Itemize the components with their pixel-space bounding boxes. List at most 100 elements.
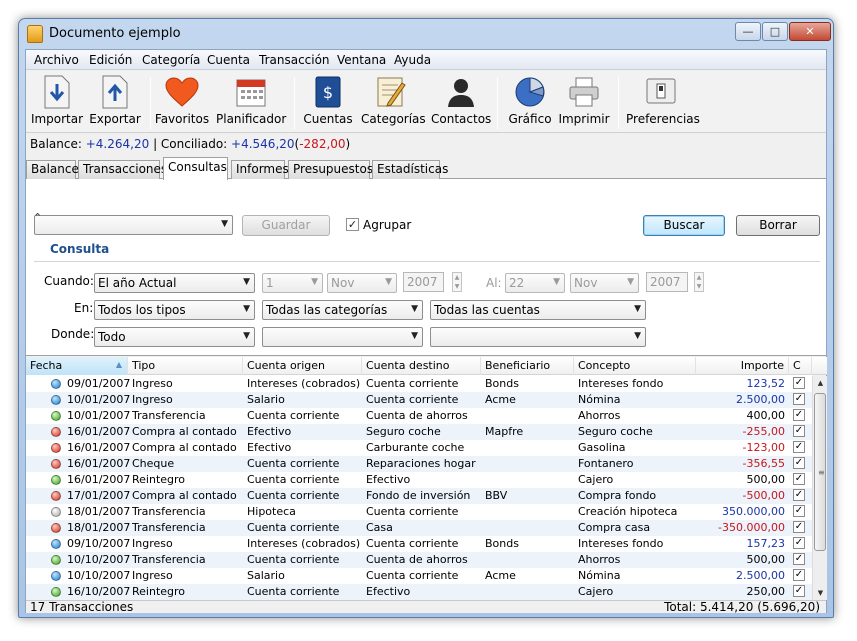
where-field-select[interactable]: ▼: [262, 327, 423, 347]
table-row[interactable]: 09/10/2007 Ingreso Intereses (cobrados) Cue…: [26, 536, 812, 552]
menu-ventana[interactable]: Ventana: [337, 53, 386, 67]
table-row[interactable]: 09/01/2007 Ingreso Intereses (cobrados) Cue…: [26, 376, 812, 392]
reconciled-checkbox[interactable]: ✓: [793, 409, 805, 421]
saved-query-select[interactable]: ▼: [34, 215, 233, 235]
cell-origen: Cuenta corriente: [247, 489, 340, 502]
minimize-button[interactable]: —: [735, 22, 761, 41]
reconciled-checkbox[interactable]: ✓: [793, 569, 805, 581]
account-select[interactable]: Todas las cuentas ▼: [430, 300, 646, 320]
scroll-up-arrow[interactable]: ▲: [813, 376, 828, 390]
table-row[interactable]: 18/01/2007 Transferencia Cuenta corriente C…: [26, 520, 812, 536]
tab-balance[interactable]: Balance: [26, 160, 79, 179]
title-bar[interactable]: Documento ejemplo — □ ✕: [19, 19, 833, 49]
import-button[interactable]: Importar: [30, 75, 84, 131]
column-origen[interactable]: Cuenta origen: [243, 357, 362, 375]
favorites-button[interactable]: Favoritos: [154, 75, 210, 131]
reconciled-checkbox[interactable]: ✓: [793, 521, 805, 533]
menu-edicion[interactable]: Edición: [89, 53, 132, 67]
reconciled-checkbox[interactable]: ✓: [793, 505, 805, 517]
accounts-button[interactable]: $ Cuentas: [302, 75, 354, 131]
menu-archivo[interactable]: Archivo: [34, 53, 79, 67]
vertical-scrollbar[interactable]: ▲ ≡ ▼: [812, 376, 827, 600]
table-row[interactable]: 18/01/2007 Transferencia Hipoteca Cuenta co…: [26, 504, 812, 520]
table-row[interactable]: 16/01/2007 Cheque Cuenta corriente Reparaci…: [26, 456, 812, 472]
scheduler-button[interactable]: Planificador: [216, 75, 286, 131]
reconciled-value: +4.546,20: [231, 137, 295, 151]
reconciled-checkbox[interactable]: ✓: [793, 585, 805, 597]
clear-button[interactable]: Borrar: [736, 215, 820, 236]
export-button[interactable]: Exportar: [88, 75, 142, 131]
from-year-field[interactable]: 2007: [403, 272, 444, 292]
chart-button[interactable]: Gráfico: [505, 75, 555, 131]
menu-cuenta[interactable]: Cuenta: [207, 53, 250, 67]
category-select[interactable]: Todas las categorías ▼: [262, 300, 423, 320]
table-row[interactable]: 16/01/2007 Compra al contado Efectivo Carbu…: [26, 440, 812, 456]
categories-button[interactable]: Categorías: [361, 75, 426, 131]
table-row[interactable]: 17/01/2007 Compra al contado Cuenta corrie…: [26, 488, 812, 504]
cell-origen: Intereses (cobrados): [247, 377, 361, 390]
tab-informes[interactable]: Informes: [231, 160, 289, 179]
to-year-field[interactable]: 2007: [646, 272, 688, 292]
maximize-button[interactable]: □: [762, 22, 788, 41]
table-row[interactable]: 10/10/2007 Transferencia Cuenta corriente C…: [26, 552, 812, 568]
cell-destino: Efectivo: [366, 473, 411, 486]
close-button[interactable]: ✕: [789, 22, 831, 41]
from-month-select[interactable]: Nov ▼: [327, 273, 397, 293]
print-button[interactable]: Imprimir: [558, 75, 610, 131]
reconciled-checkbox[interactable]: ✓: [793, 441, 805, 453]
column-concepto[interactable]: Concepto: [574, 357, 696, 375]
table-row[interactable]: 16/01/2007 Reintegro Cuenta corriente Efect…: [26, 472, 812, 488]
collapse-icon[interactable]: ⌃: [33, 211, 42, 224]
reconciled-checkbox[interactable]: ✓: [793, 473, 805, 485]
table-row[interactable]: 16/01/2007 Compra al contado Efectivo Segur…: [26, 424, 812, 440]
column-importe[interactable]: Importe: [696, 357, 789, 375]
table-row[interactable]: 10/10/2007 Ingreso Salario Cuenta corriente…: [26, 568, 812, 584]
cell-destino: Cuenta corriente: [366, 377, 459, 390]
where-operator-select[interactable]: ▼: [430, 327, 646, 347]
menu-transaccion[interactable]: Transacción: [259, 53, 330, 67]
chevron-down-icon: ▼: [411, 331, 418, 341]
reconciled-checkbox[interactable]: ✓: [793, 393, 805, 405]
cell-origen: Intereses (cobrados): [247, 537, 361, 550]
menu-categoria[interactable]: Categoría: [142, 53, 200, 67]
tab-presupuestos[interactable]: Presupuestos: [288, 160, 373, 179]
search-button[interactable]: Buscar: [643, 215, 725, 236]
column-conciliado[interactable]: C: [789, 357, 812, 375]
reconciled-checkbox[interactable]: ✓: [793, 553, 805, 565]
where-select[interactable]: Todo ▼: [94, 327, 255, 347]
tab-transacciones[interactable]: Transacciones: [78, 160, 167, 179]
menu-ayuda[interactable]: Ayuda: [394, 53, 431, 67]
column-fecha[interactable]: Fecha ▲: [26, 357, 128, 375]
reconciled-checkbox[interactable]: ✓: [793, 537, 805, 549]
from-day-select[interactable]: 1 ▼: [262, 273, 323, 293]
table-row[interactable]: 16/10/2007 Reintegro Cuenta corriente Efect…: [26, 584, 812, 600]
reconciled-checkbox[interactable]: ✓: [793, 457, 805, 469]
table-row[interactable]: 10/01/2007 Transferencia Cuenta corriente C…: [26, 408, 812, 424]
save-button[interactable]: Guardar: [242, 215, 330, 236]
table-row[interactable]: 10/01/2007 Ingreso Salario Cuenta corriente…: [26, 392, 812, 408]
to-month-select[interactable]: Nov ▼: [570, 273, 639, 293]
tab-estadisticas[interactable]: Estadísticas: [372, 160, 448, 179]
reconciled-checkbox[interactable]: ✓: [793, 489, 805, 501]
reconciled-checkbox[interactable]: ✓: [793, 425, 805, 437]
status-blue-icon: [51, 379, 61, 389]
group-checkbox[interactable]: ✓: [346, 218, 359, 231]
to-year-spinner[interactable]: ▲ ▼: [694, 272, 704, 292]
type-select[interactable]: Todos los tipos ▼: [94, 300, 255, 320]
contacts-button[interactable]: Contactos: [431, 75, 491, 131]
reconciled-checkbox[interactable]: ✓: [793, 377, 805, 389]
preferences-button[interactable]: Preferencias: [626, 75, 700, 131]
cell-benef: Acme: [485, 393, 516, 406]
to-day-select[interactable]: 22 ▼: [505, 273, 565, 293]
scroll-down-arrow[interactable]: ▼: [813, 586, 828, 600]
column-beneficiario[interactable]: Beneficiario: [481, 357, 574, 375]
when-select[interactable]: El año Actual ▼: [94, 273, 255, 293]
cell-fecha: 10/01/2007: [67, 393, 131, 406]
group-label: Agrupar: [363, 218, 412, 232]
column-destino[interactable]: Cuenta destino: [362, 357, 481, 375]
scroll-thumb[interactable]: ≡: [814, 393, 826, 551]
chevron-down-icon: ▼: [553, 277, 560, 287]
column-tipo[interactable]: Tipo: [128, 357, 243, 375]
tab-consultas[interactable]: Consultas: [163, 157, 228, 180]
from-year-spinner[interactable]: ▲ ▼: [452, 272, 462, 292]
